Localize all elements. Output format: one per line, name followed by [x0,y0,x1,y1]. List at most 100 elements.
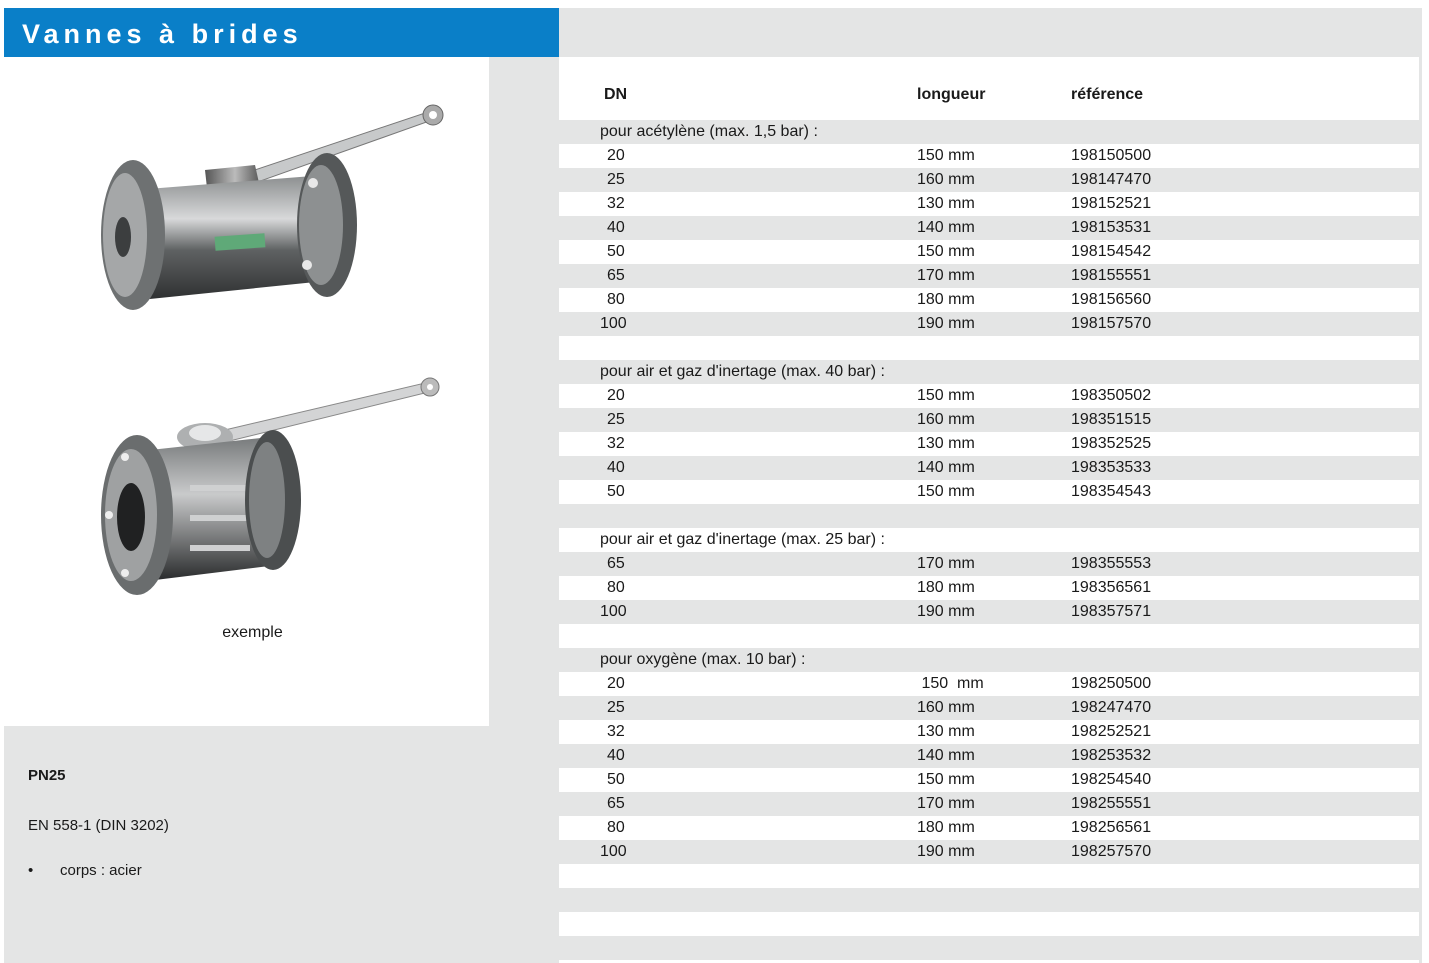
cell-length: 150 mm [917,675,984,692]
cell-length: 170 mm [917,795,975,812]
table-row: 50 150 mm 198154542 [559,240,1419,264]
cell-reference: 198351515 [1071,411,1152,428]
cell-dn: 40 [607,747,625,764]
cell-dn: 50 [607,243,625,260]
cell-reference: 198254540 [1071,771,1152,788]
cell-dn: 20 [607,147,625,164]
pressure-rating: PN25 [28,767,66,784]
bullet-mark: • [28,862,34,879]
cell-length: 150 mm [917,483,975,500]
cell-length: 180 mm [917,819,975,836]
cell-length: 150 mm [917,147,975,164]
table-row: 80 180 mm 198356561 [559,576,1419,600]
table-row: 80 180 mm 198256561 [559,816,1419,840]
table-row: 25 160 mm 198247470 [559,696,1419,720]
cell-dn: 65 [607,267,625,284]
empty-row [559,864,1419,888]
cell-length: 150 mm [917,243,975,260]
cell-reference: 198255551 [1071,795,1152,812]
cell-reference: 198356561 [1071,579,1152,596]
image-caption: exemple [222,624,283,641]
cell-reference: 198247470 [1071,699,1152,716]
cell-dn: 32 [607,195,625,212]
cell-dn: 20 [607,387,625,404]
cell-dn: 50 [607,771,625,788]
table-row: 65 170 mm 198155551 [559,264,1419,288]
cell-dn: 25 [607,171,625,188]
table-row: 65 170 mm 198255551 [559,792,1419,816]
table-right-edge [1419,57,1422,963]
table-row: 100 190 mm 198257570 [559,840,1419,864]
cell-length: 170 mm [917,555,975,572]
cell-reference: 198147470 [1071,171,1152,188]
header-reference: référence [1071,86,1144,103]
header-length: longueur [917,86,986,103]
empty-row [559,888,1419,912]
cell-length: 190 mm [917,603,975,620]
header-dn: DN [604,86,628,103]
table-row: 40 140 mm 198253532 [559,744,1419,768]
table-row: 100 190 mm 198357571 [559,600,1419,624]
table-row: 50 150 mm 198354543 [559,480,1419,504]
empty-row [559,936,1419,960]
empty-row [559,912,1419,936]
spacer-row [559,504,1419,528]
table-row: 100 190 mm 198157570 [559,312,1419,336]
body-material: corps : acier [60,862,142,879]
table-row: 40 140 mm 198153531 [559,216,1419,240]
cell-reference: 198350502 [1071,387,1152,404]
cell-reference: 198357571 [1071,603,1152,620]
table-row: 32 130 mm 198252521 [559,720,1419,744]
section-title: pour oxygène (max. 10 bar) : [600,651,806,668]
cell-dn: 80 [607,819,625,836]
cell-length: 130 mm [917,435,975,452]
cell-reference: 198256561 [1071,819,1152,836]
section-title-row: pour acétylène (max. 1,5 bar) : [559,120,1419,144]
cell-length: 190 mm [917,843,975,860]
cell-dn: 50 [607,483,625,500]
cell-dn: 32 [607,723,625,740]
page-title: Vannes à brides [22,19,303,49]
cell-reference: 198250500 [1071,675,1152,692]
section-title-row: pour air et gaz d'inertage (max. 25 bar)… [559,528,1419,552]
spec-bullet-item: • corps : acier [28,862,142,879]
section-title: pour air et gaz d'inertage (max. 40 bar)… [600,363,885,380]
cell-dn: 20 [607,675,625,692]
cell-length: 140 mm [917,459,975,476]
cell-reference: 198157570 [1071,315,1152,332]
section-title-row: pour oxygène (max. 10 bar) : [559,648,1419,672]
cell-length: 130 mm [917,723,975,740]
cell-dn: 65 [607,795,625,812]
spacer-row [559,336,1419,360]
cell-reference: 198252521 [1071,723,1152,740]
header-band [559,8,1422,57]
table-row: 20 150 mm 198350502 [559,384,1419,408]
product-table: DN longueur référence pour acétylène (ma… [559,57,1419,960]
cell-length: 150 mm [917,387,975,404]
cell-reference: 198354543 [1071,483,1152,500]
table-header: DN longueur référence [559,57,1419,120]
section-title-row: pour air et gaz d'inertage (max. 40 bar)… [559,360,1419,384]
cell-length: 140 mm [917,747,975,764]
cell-reference: 198155551 [1071,267,1152,284]
section-title: pour acétylène (max. 1,5 bar) : [600,123,818,140]
cell-length: 130 mm [917,195,975,212]
table-row: 40 140 mm 198353533 [559,456,1419,480]
table-row: 65 170 mm 198355553 [559,552,1419,576]
table-row: 80 180 mm 198156560 [559,288,1419,312]
cell-dn: 80 [607,291,625,308]
table-row: 50 150 mm 198254540 [559,768,1419,792]
cell-dn: 65 [607,555,625,572]
cell-length: 180 mm [917,579,975,596]
cell-reference: 198355553 [1071,555,1152,572]
cell-reference: 198150500 [1071,147,1152,164]
cell-reference: 198154542 [1071,243,1152,260]
cell-dn: 25 [607,699,625,716]
cell-length: 160 mm [917,699,975,716]
cell-length: 160 mm [917,171,975,188]
cell-length: 140 mm [917,219,975,236]
norm-reference: EN 558-1 (DIN 3202) [28,817,169,834]
table-row: 25 160 mm 198351515 [559,408,1419,432]
table-row: 20 150 mm 198250500 [559,672,1419,696]
cell-dn: 25 [607,411,625,428]
